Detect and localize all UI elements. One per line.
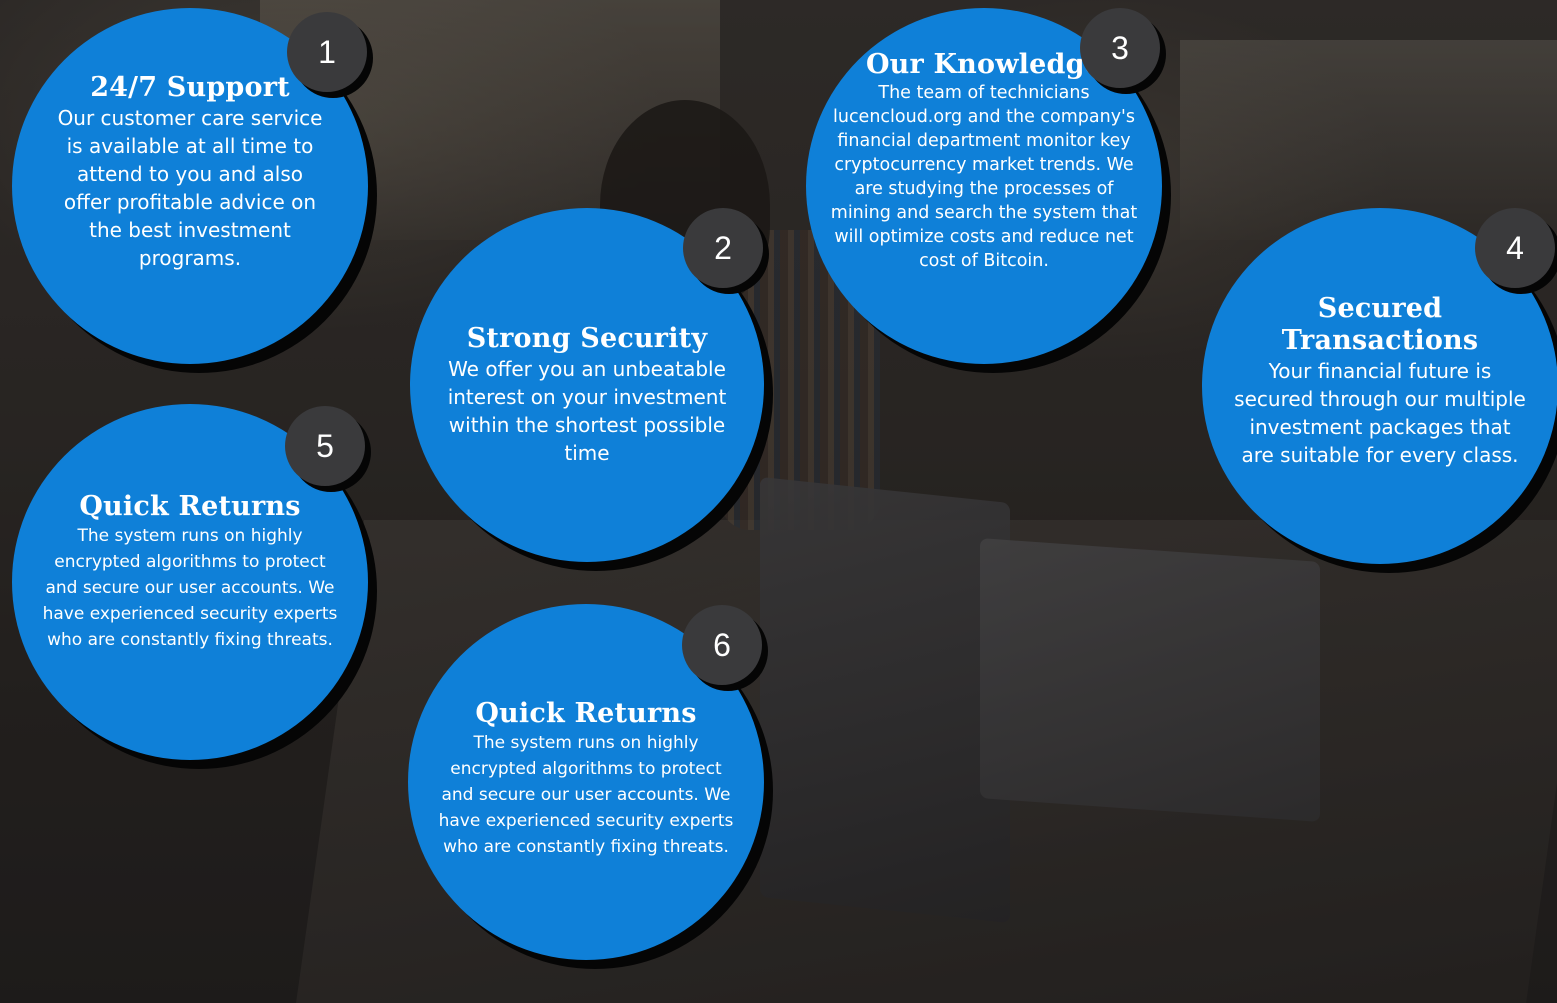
feature-number-badge: 5 (285, 406, 365, 486)
feature-title: 24/7 Support (90, 72, 290, 103)
feature-description: The system runs on highly encrypted algo… (42, 526, 338, 650)
feature-description: We offer you an unbeatable interest on y… (447, 357, 727, 465)
feature-number-badge: 1 (287, 12, 367, 92)
features-section: 24/7 Support Our customer care service i… (0, 0, 1557, 1003)
feature-description: Your financial future is secured through… (1234, 359, 1526, 467)
feature-number-badge: 6 (682, 605, 762, 685)
feature-title: Quick Returns (475, 698, 697, 729)
feature-title: Quick Returns (79, 491, 301, 522)
feature-title: Secured Transactions (1281, 293, 1479, 356)
feature-title: Our Knowledge (865, 49, 1103, 80)
feature-number-badge: 3 (1080, 8, 1160, 88)
feature-title: Strong Security (466, 323, 708, 354)
feature-description: The system runs on highly encrypted algo… (438, 733, 734, 857)
feature-number-badge: 4 (1475, 208, 1555, 288)
feature-number-badge: 2 (683, 208, 763, 288)
feature-description: The team of technicians lucencloud.org a… (830, 83, 1138, 271)
feature-description: Our customer care service is available a… (57, 106, 323, 270)
